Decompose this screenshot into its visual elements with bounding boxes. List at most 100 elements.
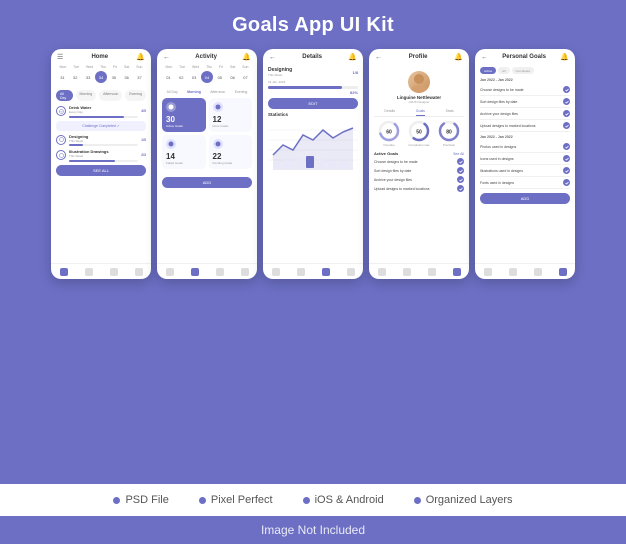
pg-nav-calendar[interactable]: [534, 268, 542, 276]
pg-check-3: [563, 110, 570, 117]
see-all-link[interactable]: See All: [453, 152, 464, 156]
phone-activity: ← Activity 🔔 Mon Tue Wed Thu Fri Sat Sun…: [157, 49, 257, 279]
prof-nav-home[interactable]: [378, 268, 386, 276]
tab-goals[interactable]: Goals: [416, 107, 425, 116]
task-icon-illustration: [56, 150, 66, 160]
prof-nav-calendar[interactable]: [428, 268, 436, 276]
profile-back-icon: ←: [375, 54, 382, 61]
check-3: [457, 176, 464, 183]
details-back-icon: ←: [269, 54, 276, 61]
act-nav-home[interactable]: [166, 268, 174, 276]
check-1: [457, 158, 464, 165]
task-illustration: Illustration Drawings This Week 2/3: [56, 149, 146, 162]
filter-morning[interactable]: Morning: [76, 90, 97, 101]
det-nav-profile[interactable]: [347, 268, 355, 276]
pg-check-1: [563, 86, 570, 93]
act-icon-failed: [166, 139, 176, 149]
tab-details[interactable]: Details: [384, 107, 395, 116]
filter-afternoon[interactable]: Afternoon: [99, 90, 122, 101]
activity-header: ← Activity 🔔: [157, 49, 257, 63]
home-title: Home: [91, 54, 108, 60]
svg-text:50: 50: [416, 130, 422, 136]
task-progress-designing: [69, 144, 138, 146]
task-progress-illustration: [69, 160, 138, 162]
stats-chart: [268, 120, 358, 170]
home-bottom-nav: [51, 263, 151, 279]
act-nav-calendar[interactable]: [216, 268, 224, 276]
pg-body: Active All Completed Jan 2022 - Jan 2022…: [475, 63, 575, 263]
tab-stats[interactable]: Stats: [446, 107, 454, 116]
pg-add-button[interactable]: ADD: [480, 193, 570, 204]
act-icon-pending: [213, 139, 223, 149]
pg-nav-home[interactable]: [484, 268, 492, 276]
feature-dot-psd: [113, 497, 120, 504]
nav-home[interactable]: [60, 268, 68, 276]
goal-item-1: Choose designs to be made: [374, 158, 464, 165]
pg-check-6: [563, 155, 570, 162]
dates-row: 31 32 33 34 35 36 37: [56, 70, 146, 84]
pg-item-6: Icons used in designs: [480, 153, 570, 165]
see-all-button[interactable]: SEE ALL: [56, 165, 146, 176]
details-bottom-nav: [263, 263, 363, 279]
pg-period-2: Jan 2022 - Jan 2022: [480, 135, 570, 139]
feature-dot-layers: [414, 497, 421, 504]
pg-item-3: Archive your design files: [480, 108, 570, 120]
time-filters: All Day Morning Afternoon Evening: [162, 90, 252, 94]
image-not-included-label: Image Not Included: [261, 523, 365, 537]
back-icon: ←: [163, 54, 170, 61]
stat-overdue: 60 Overdue: [378, 120, 400, 147]
det-nav-home[interactable]: [272, 268, 280, 276]
pg-nav-profile[interactable]: [559, 268, 567, 276]
pg-item-8: Fonts used in designs: [480, 177, 570, 189]
stats-title: Statistics: [268, 112, 358, 117]
activity-title: Activity: [195, 54, 217, 60]
pg-item-4: Upload designs to marked locations: [480, 120, 570, 132]
phone-profile: ← Profile 🔔 Linguine Nettlewater UI/UX D…: [369, 49, 469, 279]
edit-button[interactable]: EDIT: [268, 98, 358, 109]
pg-tab-active[interactable]: Active: [480, 67, 496, 74]
feature-pixel: Pixel Perfect: [199, 494, 273, 506]
pg-tab-all[interactable]: All: [498, 67, 509, 74]
filter-allday[interactable]: All Day: [56, 90, 73, 101]
svg-text:60: 60: [386, 130, 392, 136]
act-nav-profile[interactable]: [241, 268, 249, 276]
profile-title: Profile: [409, 54, 428, 60]
pg-item-1: Choose designs to be made: [480, 84, 570, 96]
goal-item-3: Archive your design files: [374, 176, 464, 183]
nav-calendar[interactable]: [110, 268, 118, 276]
filter-pills: All Day Morning Afternoon Evening: [56, 90, 146, 101]
details-body: Designing This Week 1/8 19 Jan, 2023 82%…: [263, 63, 363, 263]
nav-chart[interactable]: [85, 268, 93, 276]
det-nav-calendar[interactable]: [322, 268, 330, 276]
profile-role: UI/UX Designer: [409, 100, 430, 104]
pg-check-7: [563, 167, 570, 174]
profile-tabs: Details Goals Stats: [374, 107, 464, 117]
task-info-designing: Designing This Week: [69, 134, 138, 147]
avatar: [408, 71, 430, 93]
activity-days: Mon Tue Wed Thu Fri Sat Sun: [162, 63, 252, 70]
pg-nav-chart[interactable]: [509, 268, 517, 276]
feature-label-psd: PSD File: [125, 494, 168, 506]
pg-tab-completed[interactable]: Completed: [512, 67, 535, 74]
feature-label-layers: Organized Layers: [426, 494, 513, 506]
phones-row: ☰ Home 🔔 Mon Tue Wed Thu Fri Sat Sun 31 …: [51, 49, 575, 279]
filter-evening[interactable]: Evening: [125, 90, 146, 101]
task-progress-water: [69, 116, 138, 118]
pg-check-2: [563, 98, 570, 105]
task-designing: Designing This Week 1/5: [56, 134, 146, 147]
phone-personal-goals: ← Personal Goals 🔔 Active All Completed …: [475, 49, 575, 279]
act-nav-chart[interactable]: [191, 268, 199, 276]
det-nav-chart[interactable]: [297, 268, 305, 276]
act-icon-active: [166, 102, 176, 112]
activity-card-failed: 14 Failed Goals: [162, 135, 206, 169]
activity-add-button[interactable]: ADD: [162, 177, 252, 188]
nav-profile[interactable]: [135, 268, 143, 276]
pg-check-8: [563, 179, 570, 186]
activity-bottom-nav: [157, 263, 257, 279]
prof-nav-chart[interactable]: [403, 268, 411, 276]
prof-nav-profile[interactable]: [453, 268, 461, 276]
detail-info: Designing This Week 1/8: [268, 67, 358, 77]
stat-precision: 80 Precision: [438, 120, 460, 147]
activity-body: All Day Morning Afternoon Evening 30 Act…: [157, 86, 257, 263]
check-4: [457, 185, 464, 192]
